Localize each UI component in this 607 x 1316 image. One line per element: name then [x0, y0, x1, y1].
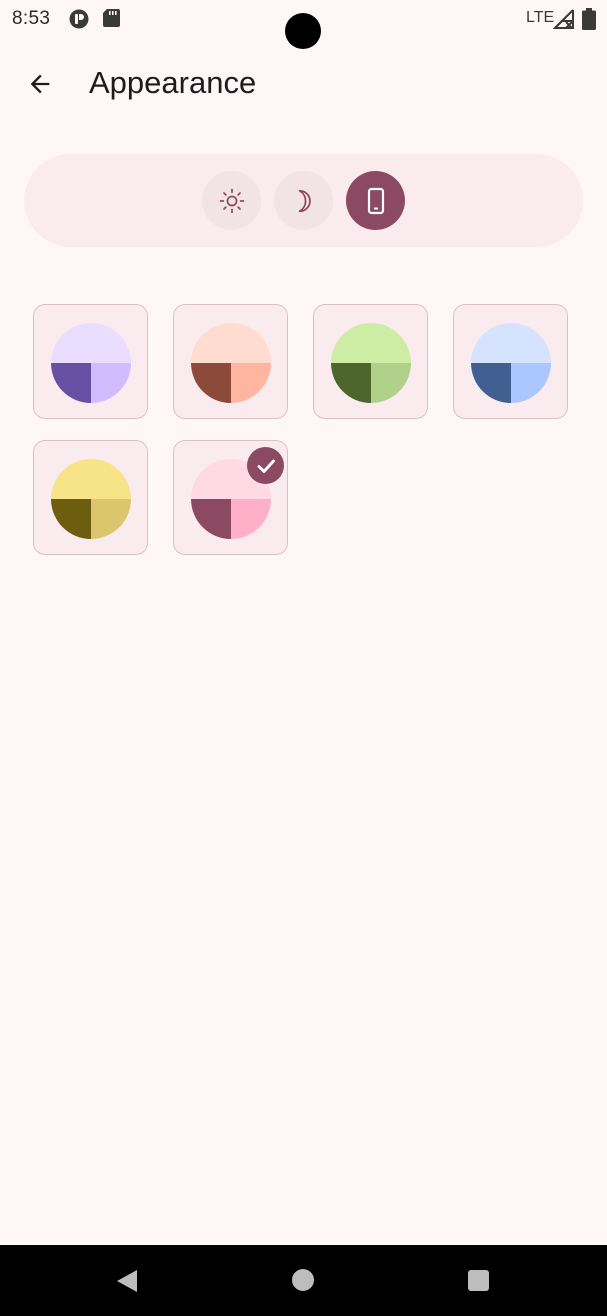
- nav-recents-icon[interactable]: [468, 1270, 489, 1291]
- color-scheme-pink[interactable]: [173, 440, 288, 555]
- swatch-primary-container: [191, 323, 271, 363]
- phone-icon: [367, 187, 384, 214]
- swatch-primary-container: [51, 459, 131, 499]
- swatch-primary-container: [331, 323, 411, 363]
- network-type: LTE: [526, 9, 555, 26]
- swatch-secondary: [511, 363, 551, 403]
- nav-home-icon[interactable]: [292, 1269, 314, 1291]
- swatch-primary-container: [471, 323, 551, 363]
- swatch-secondary: [91, 499, 131, 539]
- color-swatch: [331, 323, 411, 403]
- selected-check-badge: [247, 447, 284, 484]
- system-mode-button[interactable]: [346, 171, 405, 230]
- arrow-back-icon: [30, 74, 50, 94]
- page-title: Appearance: [89, 65, 257, 100]
- back-button[interactable]: [16, 60, 64, 108]
- sd-card-icon: [103, 9, 120, 27]
- system-navigation-bar: [0, 1245, 607, 1316]
- swatch-primary: [331, 363, 371, 403]
- nav-back-icon[interactable]: [114, 1268, 140, 1294]
- swatch-secondary: [91, 363, 131, 403]
- color-swatch: [51, 459, 131, 539]
- color-scheme-blue[interactable]: [453, 304, 568, 419]
- light-mode-button[interactable]: [202, 171, 261, 230]
- swatch-secondary: [371, 363, 411, 403]
- camera-cutout: [285, 13, 321, 49]
- color-scheme-green[interactable]: [313, 304, 428, 419]
- swatch-primary: [191, 499, 231, 539]
- status-bar: 8:53 LTE: [0, 0, 607, 49]
- color-scheme-purple[interactable]: [33, 304, 148, 419]
- swatch-primary-container: [51, 323, 131, 363]
- swatch-primary: [51, 499, 91, 539]
- swatch-primary: [471, 363, 511, 403]
- moon-icon: [298, 189, 311, 212]
- check-icon: [257, 459, 275, 473]
- color-scheme-yellow[interactable]: [33, 440, 148, 555]
- theme-mode-selector: [24, 154, 583, 247]
- status-time: 8:53: [12, 8, 51, 29]
- swatch-primary: [191, 363, 231, 403]
- dark-mode-button[interactable]: [274, 171, 333, 230]
- swatch-primary: [51, 363, 91, 403]
- signal-no-data-icon: [553, 9, 574, 29]
- top-app-bar: Appearance: [0, 50, 607, 118]
- color-swatch: [51, 323, 131, 403]
- color-swatch: [191, 323, 271, 403]
- color-scheme-orange[interactable]: [173, 304, 288, 419]
- swatch-secondary: [231, 363, 271, 403]
- sun-icon: [219, 188, 244, 213]
- app-notification-icon: [69, 9, 89, 29]
- battery-icon: [582, 8, 596, 30]
- color-swatch: [471, 323, 551, 403]
- appearance-screen: 8:53 LTE Appearance: [0, 0, 607, 1316]
- swatch-secondary: [231, 499, 271, 539]
